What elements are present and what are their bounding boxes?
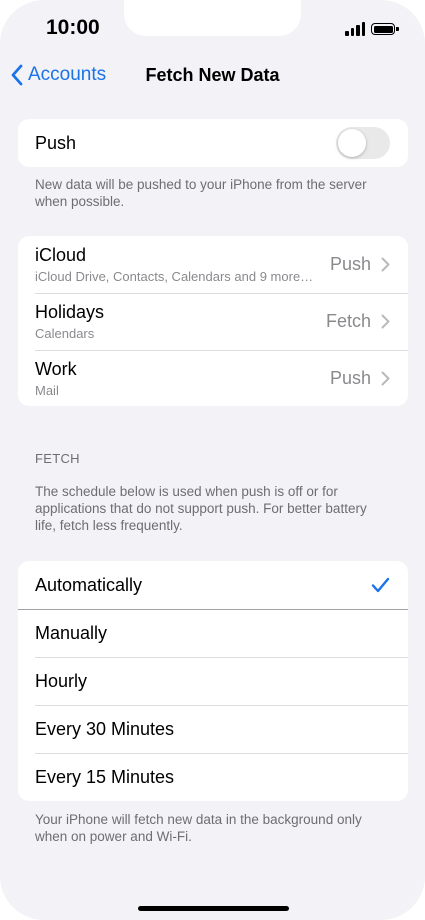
fetch-option-every-30-minutes[interactable]: Every 30 Minutes [18, 705, 408, 753]
battery-icon [371, 23, 399, 35]
account-name: Work [35, 358, 77, 379]
status-icons [345, 20, 399, 36]
account-value-group: Fetch [326, 311, 390, 332]
account-value-group: Push [330, 368, 390, 389]
home-indicator[interactable] [138, 906, 289, 911]
push-toggle[interactable] [336, 127, 390, 159]
push-card: Push [18, 119, 408, 167]
account-value: Fetch [325, 311, 371, 331]
push-footnote: New data will be pushed to your iPhone f… [35, 177, 367, 209]
account-text: Work Mail [35, 359, 77, 398]
account-text: iCloud iCloud Drive, Contacts, Calendars… [35, 245, 313, 284]
page-title: Fetch New Data [145, 65, 280, 85]
fetch-option-label: Every 30 Minutes [35, 718, 175, 739]
status-time: 10:00 [46, 16, 100, 39]
chevron-right-icon [381, 314, 390, 329]
account-value-group: Push [330, 254, 390, 275]
account-detail: Mail [35, 382, 59, 398]
chevron-right-icon [381, 257, 390, 272]
phone-screen: 10:00 Accounts Fetch New Data Push New d… [0, 0, 425, 920]
chevron-right-icon [381, 371, 390, 385]
account-text: Holidays Calendars [35, 302, 104, 341]
accounts-card: iCloud iCloud Drive, Contacts, Calendars… [18, 236, 408, 406]
account-detail: Calendars [35, 326, 95, 341]
account-value: Push [329, 367, 371, 388]
fetch-options-card: Automatically Manually Hourly Every 30 M… [18, 561, 408, 801]
fetch-option-label: Manually [35, 622, 108, 643]
fetch-option-automatically[interactable]: Automatically [18, 561, 408, 610]
account-value: Push [329, 254, 371, 274]
account-name: Holidays [35, 302, 105, 322]
fetch-option-hourly[interactable]: Hourly [18, 657, 408, 705]
fetch-option-manually[interactable]: Manually [18, 609, 408, 657]
account-row-icloud[interactable]: iCloud iCloud Drive, Contacts, Calendars… [18, 236, 408, 293]
fetch-option-label: Hourly [35, 670, 88, 691]
signal-icon [345, 22, 365, 36]
fetch-option-every-15-minutes[interactable]: Every 15 Minutes [18, 753, 408, 801]
account-row-holidays[interactable]: Holidays Calendars Fetch [18, 293, 408, 350]
push-label: Push [35, 132, 77, 153]
fetch-footnote: Your iPhone will fetch new data in the b… [35, 812, 362, 844]
fetch-option-label: Every 15 Minutes [35, 766, 175, 787]
toggle-knob [338, 129, 366, 157]
notch [124, 0, 301, 36]
fetch-option-label: Automatically [35, 574, 143, 595]
fetch-section-header: FETCH [35, 451, 80, 466]
navigation-bar: Accounts Fetch New Data [0, 56, 425, 96]
account-detail: iCloud Drive, Contacts, Calendars and 9 … [35, 269, 314, 284]
account-row-work[interactable]: Work Mail Push [18, 350, 408, 406]
account-name: iCloud [35, 245, 87, 265]
push-row: Push [18, 119, 408, 167]
checkmark-icon [371, 577, 390, 593]
fetch-description: The schedule below is used when push is … [35, 484, 367, 533]
